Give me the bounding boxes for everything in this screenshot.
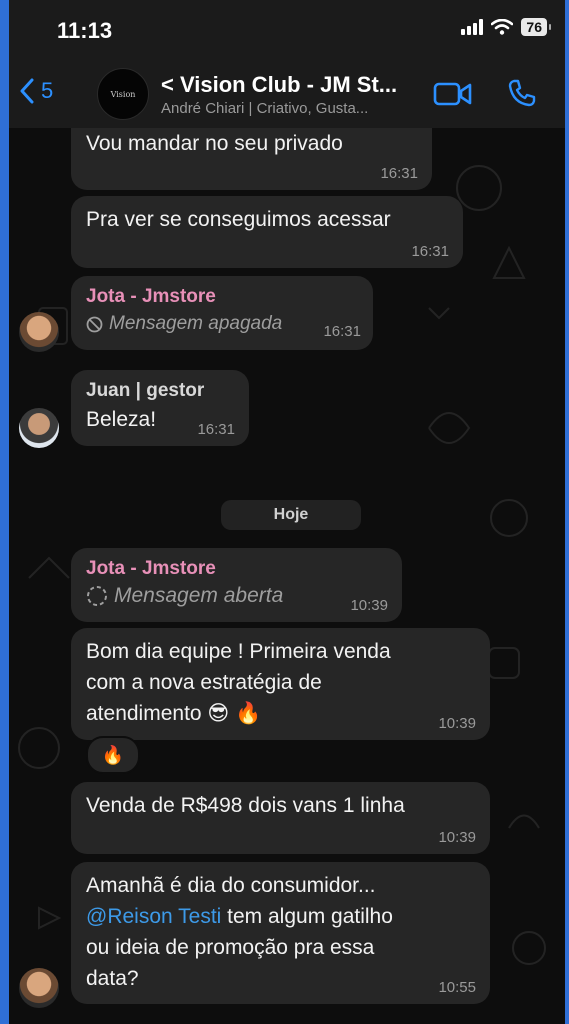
- back-button[interactable]: 5: [19, 78, 53, 104]
- reaction-emoji: 🔥: [101, 744, 125, 765]
- chat-title[interactable]: < Vision Club - JM St...: [161, 72, 397, 98]
- status-bar: 11:13 76: [9, 0, 565, 60]
- message-bubble[interactable]: Amanhã é dia do consumidor... @Reison Te…: [71, 862, 490, 1004]
- view-once-message[interactable]: Mensagem aberta: [86, 582, 388, 610]
- message-text-before: Amanhã é dia do consumidor...: [86, 874, 376, 897]
- back-chevron-icon: [20, 78, 34, 104]
- group-avatar-text: Vision: [110, 89, 136, 99]
- message-bubble[interactable]: Bom dia equipe ! Primeira venda com a no…: [71, 628, 490, 740]
- frame-edge-right: [565, 0, 569, 1024]
- video-call-button[interactable]: [433, 80, 473, 113]
- reaction-badge[interactable]: 🔥: [86, 736, 140, 774]
- message-bubble[interactable]: Juan | gestor Beleza! 16:31: [71, 370, 249, 446]
- message-text: Pra ver se conseguimos acessar: [86, 208, 391, 231]
- deleted-message-text: Mensagem apagada: [109, 313, 283, 334]
- video-camera-icon: [433, 82, 472, 106]
- wifi-icon: [491, 19, 514, 35]
- sender-avatar[interactable]: [19, 968, 59, 1008]
- message-time: 16:31: [380, 165, 418, 182]
- message-bubble[interactable]: Vou mandar no seu privado 16:31: [71, 128, 432, 190]
- back-count: 5: [41, 78, 54, 103]
- message-bubble[interactable]: Pra ver se conseguimos acessar 16:31: [71, 196, 463, 268]
- sender-avatar[interactable]: [19, 408, 59, 448]
- message-text: Vou mandar no seu privado: [86, 132, 343, 155]
- chat-subtitle[interactable]: André Chiari | Criativo, Gusta...: [161, 100, 368, 117]
- battery-indicator: 76: [521, 18, 551, 36]
- view-once-text: Mensagem aberta: [114, 584, 284, 607]
- message-bubble[interactable]: Jota - Jmstore Mensagem apagada 16:31: [71, 276, 373, 350]
- group-avatar[interactable]: Vision: [97, 68, 149, 120]
- chat-area[interactable]: Vou mandar no seu privado 16:31 Pra ver …: [9, 128, 565, 1024]
- deleted-message: Mensagem apagada: [86, 310, 359, 338]
- voice-call-button[interactable]: [507, 78, 537, 113]
- message-bubble[interactable]: Venda de R$498 dois vans 1 linha 10:39: [71, 782, 490, 854]
- message-time: 16:31: [411, 243, 449, 260]
- message-time: 16:31: [197, 421, 235, 438]
- blocked-icon: [86, 316, 103, 332]
- sender-name[interactable]: Jota - Jmstore: [86, 556, 388, 582]
- message-time: 10:39: [438, 715, 476, 732]
- mention-link[interactable]: @Reison Testi: [86, 905, 221, 928]
- message-time: 10:39: [350, 597, 388, 614]
- sender-name[interactable]: Juan | gestor: [86, 378, 235, 404]
- status-time: 11:13: [57, 18, 113, 43]
- phone-icon: [508, 79, 536, 107]
- date-separator: Hoje: [221, 500, 361, 530]
- message-time: 10:55: [438, 979, 476, 996]
- status-icons: 76: [461, 18, 551, 36]
- open-circle-icon: [87, 586, 107, 606]
- signal-icon: [461, 19, 484, 35]
- sender-name[interactable]: Jota - Jmstore: [86, 284, 359, 310]
- message-text: Bom dia equipe ! Primeira venda com a no…: [86, 640, 391, 725]
- frame-edge-left: [0, 0, 9, 1024]
- message-text: Amanhã é dia do consumidor... @Reison Te…: [86, 870, 476, 994]
- message-bubble[interactable]: Jota - Jmstore Mensagem aberta 10:39: [71, 548, 402, 622]
- message-time: 16:31: [323, 323, 361, 340]
- sender-avatar[interactable]: [19, 312, 59, 352]
- message-time: 10:39: [438, 829, 476, 846]
- chat-header: 5 Vision < Vision Club - JM St... André …: [9, 60, 565, 128]
- message-text: Venda de R$498 dois vans 1 linha: [86, 794, 405, 817]
